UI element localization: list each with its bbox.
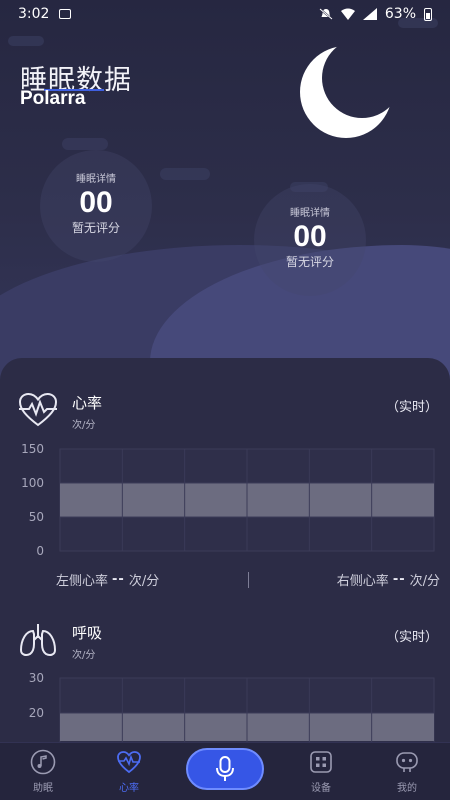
breathing-chart: 30 20: [0, 668, 450, 742]
score-value: 00: [79, 186, 113, 219]
signal-icon: [362, 8, 377, 20]
cloud-decoration: [62, 138, 108, 150]
y-tick-label: 100: [21, 476, 44, 490]
left-heart-rate-label: 左侧心率: [56, 574, 109, 589]
nav-label: 助眠: [33, 783, 53, 794]
side-heart-rates: 左侧心率 -- 次/分 右侧心率 -- 次/分: [56, 570, 440, 589]
mute-bell-icon: [319, 8, 333, 20]
y-tick-label: 0: [36, 544, 44, 558]
breathing-unit: 次/分: [72, 650, 96, 661]
heart-pulse-icon: [18, 392, 58, 427]
microphone-icon: [216, 756, 234, 781]
device-grid-icon: [310, 751, 332, 773]
y-tick-label: 50: [29, 510, 44, 524]
breathing-header: 呼吸 次/分 （实时）: [18, 622, 438, 661]
robot-face-icon: [396, 752, 418, 772]
score-label: 睡眠详情: [76, 174, 116, 185]
right-heart-rate-value: --: [392, 572, 406, 587]
breathing-title: 呼吸: [72, 624, 103, 642]
brand-name: Polarra: [20, 88, 86, 109]
left-heart-rate-unit: 次/分: [128, 574, 160, 589]
music-note-icon: [30, 749, 56, 775]
nav-item-sleep-aid[interactable]: 助眠: [8, 749, 78, 794]
sleep-score-card-left[interactable]: 睡眠详情 00 暂无评分: [40, 150, 152, 262]
cloud-decoration: [8, 36, 44, 46]
score-label: 睡眠详情: [290, 208, 330, 219]
heart-rate-title: 心率: [72, 394, 103, 412]
left-heart-rate-value: --: [112, 572, 125, 587]
right-heart-rate-label: 右侧心率: [336, 574, 389, 589]
voice-button[interactable]: [186, 748, 264, 790]
heart-rate-mode[interactable]: （实时）: [386, 396, 438, 415]
heart-rate-chart: 150 100 50 0: [0, 440, 450, 564]
heart-pulse-icon: [117, 751, 141, 774]
heart-rate-unit: 次/分: [72, 420, 96, 431]
cloud-decoration: [160, 168, 210, 180]
heart-rate-header: 心率 次/分 （实时）: [18, 392, 438, 431]
score-value: 00: [293, 220, 327, 253]
nav-label: 设备: [311, 783, 331, 794]
nav-item-profile[interactable]: 我的: [372, 749, 442, 794]
score-note: 暂无评分: [71, 221, 120, 235]
nav-label: 我的: [397, 783, 417, 794]
sleep-score-card-right[interactable]: 睡眠详情 00 暂无评分: [254, 184, 366, 296]
moon-icon: [300, 46, 392, 138]
status-bar: 3:02 63%: [0, 0, 450, 28]
nav-label: 心率: [119, 783, 139, 794]
rates-divider: [247, 571, 249, 588]
battery-icon: [424, 7, 432, 21]
gallery-icon: [59, 9, 72, 19]
nav-item-heart-rate[interactable]: 心率: [94, 749, 164, 794]
battery-percent: 63%: [384, 6, 416, 22]
y-tick-label: 150: [21, 442, 44, 456]
night-sky-hero: 睡眠详情 00 暂无评分 睡眠详情 00 暂无评分: [0, 0, 450, 380]
nav-item-device[interactable]: 设备: [286, 749, 356, 794]
wifi-icon: [340, 8, 355, 20]
app-screen: 睡眠详情 00 暂无评分 睡眠详情 00 暂无评分 3:02 63% 睡眠数据 …: [0, 0, 450, 800]
score-note: 暂无评分: [285, 255, 334, 269]
breathing-mode[interactable]: （实时）: [386, 626, 438, 645]
right-heart-rate-unit: 次/分: [409, 574, 440, 589]
lungs-icon: [19, 624, 57, 656]
y-tick-label: 20: [29, 706, 44, 720]
status-time: 3:02: [18, 6, 50, 22]
y-tick-label: 30: [29, 671, 44, 685]
